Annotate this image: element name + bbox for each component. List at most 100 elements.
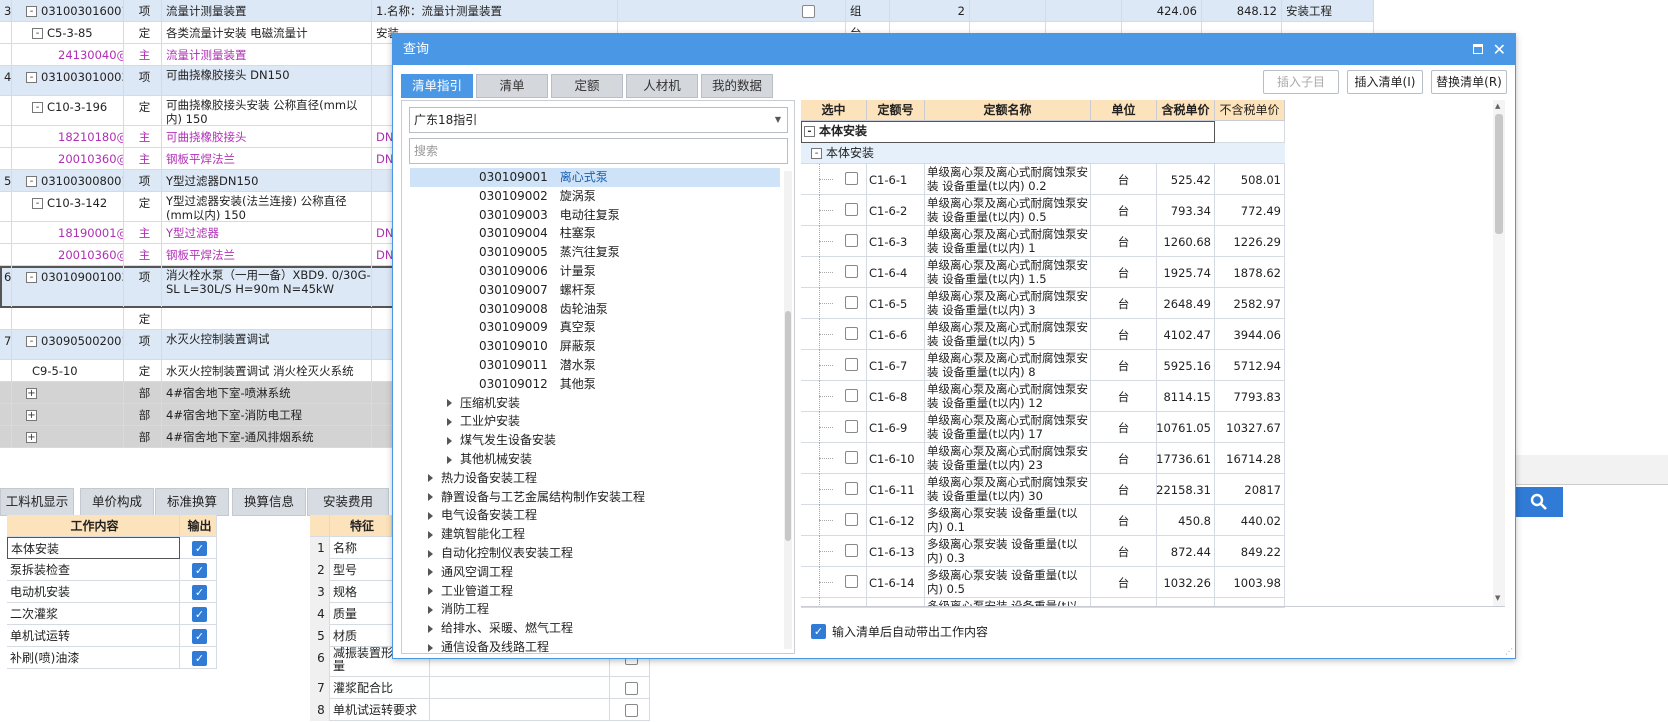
work-content-cell[interactable]: 补刷(喷)油漆 xyxy=(7,647,180,669)
group-row-2[interactable]: - 本体安装 xyxy=(801,143,1285,164)
collapse-icon[interactable]: - xyxy=(26,6,37,17)
grid-row[interactable]: C1-6-4 单级离心泵及离心式耐腐蚀泵安装 设备重量(t以内) 1.5 台 1925… xyxy=(801,257,1285,288)
expand-arrow-icon[interactable] xyxy=(428,549,433,558)
work-table-row[interactable]: 补刷(喷)油漆 ✓ xyxy=(7,647,217,669)
tree-item[interactable]: 030109007 螺杆泵 xyxy=(410,281,780,300)
work-output-cell[interactable]: ✓ xyxy=(180,559,217,581)
tree-item[interactable]: 030109012 其他泵 xyxy=(410,375,780,394)
grid-select-cell[interactable] xyxy=(801,443,867,474)
bg-table-row[interactable]: 3-031003016001 项流量计测量装置 1.名称：流量计测量装置组 2 424.… xyxy=(0,0,1374,22)
tree-item[interactable]: 自动化控制仪表安装工程 xyxy=(410,544,780,563)
work-content-cell[interactable]: 本体安装 xyxy=(7,537,180,559)
work-table-row[interactable]: 电动机安装 ✓ xyxy=(7,581,217,603)
expand-arrow-icon[interactable] xyxy=(428,493,433,502)
tree-item[interactable]: 消防工程 xyxy=(410,600,780,619)
grid-select-cell[interactable] xyxy=(801,257,867,288)
output-checkbox[interactable]: ✓ xyxy=(192,629,207,644)
tree-item[interactable]: 030109002 旋涡泵 xyxy=(410,187,780,206)
work-output-cell[interactable]: ✓ xyxy=(180,581,217,603)
expand-icon[interactable]: + xyxy=(26,388,37,399)
output-checkbox[interactable]: ✓ xyxy=(192,541,207,556)
insert-child-button[interactable]: 插入子目 xyxy=(1263,70,1339,94)
expand-arrow-icon[interactable] xyxy=(428,474,433,483)
feature-row-output[interactable] xyxy=(610,677,650,699)
expand-arrow-icon[interactable] xyxy=(428,530,433,539)
tree-item[interactable]: 其他机械安装 xyxy=(410,450,780,469)
work-content-cell[interactable]: 二次灌浆 xyxy=(7,603,180,625)
bottom-tab[interactable]: 工料机显示 xyxy=(0,488,74,516)
grid-row-checkbox[interactable] xyxy=(845,575,858,588)
replace-list-button[interactable]: 替换清单(R) xyxy=(1431,70,1507,94)
grid-row-checkbox[interactable] xyxy=(845,296,858,309)
close-icon[interactable]: ✕ xyxy=(1493,34,1506,65)
grid-row[interactable]: C1-6-8 单级离心泵及离心式耐腐蚀泵安装 设备重量(t以内) 12 台 8114.… xyxy=(801,381,1285,412)
work-content-cell[interactable]: 单机试运转 xyxy=(7,625,180,647)
guide-select[interactable]: 广东18指引 ▼ xyxy=(409,107,788,133)
grid-row[interactable]: C1-6-1 单级离心泵及离心式耐腐蚀泵安装 设备重量(t以内) 0.2 台 525.… xyxy=(801,164,1285,195)
grid-row[interactable]: C1-6-13 多级离心泵安装 设备重量(t以内) 0.3 台 872.44 849.2… xyxy=(801,536,1285,567)
work-output-cell[interactable]: ✓ xyxy=(180,537,217,559)
work-output-cell[interactable]: ✓ xyxy=(180,625,217,647)
grid-row-checkbox[interactable] xyxy=(845,358,858,371)
grid-row[interactable]: C1-6-5 单级离心泵及离心式耐腐蚀泵安装 设备重量(t以内) 3 台 2648.4… xyxy=(801,288,1285,319)
expand-arrow-icon[interactable] xyxy=(428,587,433,596)
expand-icon[interactable]: + xyxy=(26,432,37,443)
collapse-icon[interactable]: - xyxy=(26,176,37,187)
bg-row-checkbox[interactable] xyxy=(802,5,815,18)
work-content-cell[interactable]: 泵拆装检查 xyxy=(7,559,180,581)
collapse-icon[interactable]: - xyxy=(32,102,43,113)
expand-icon[interactable]: + xyxy=(26,410,37,421)
grid-row-checkbox[interactable] xyxy=(845,234,858,247)
grid-header-cell[interactable]: 定额号 xyxy=(867,100,925,121)
output-checkbox[interactable]: ✓ xyxy=(192,651,207,666)
grid-header-cell[interactable]: 定额名称 xyxy=(925,100,1091,121)
feature-row-value[interactable] xyxy=(430,677,610,699)
work-output-cell[interactable]: ✓ xyxy=(180,603,217,625)
grid-select-cell[interactable] xyxy=(801,319,867,350)
bottom-tab[interactable]: 单价构成 xyxy=(80,488,154,516)
tree-item[interactable]: 热力设备安装工程 xyxy=(410,469,780,488)
expand-arrow-icon[interactable] xyxy=(447,436,452,445)
grid-row-checkbox[interactable] xyxy=(845,420,858,433)
tree-item[interactable]: 给排水、采暖、燃气工程 xyxy=(410,619,780,638)
tree-item[interactable]: 030109006 计量泵 xyxy=(410,262,780,281)
grid-header-cell[interactable]: 单位 xyxy=(1091,100,1157,121)
grid-select-cell[interactable] xyxy=(801,288,867,319)
maximize-icon[interactable] xyxy=(1473,44,1483,54)
tree-item[interactable]: 030109008 齿轮油泵 xyxy=(410,300,780,319)
expand-arrow-icon[interactable] xyxy=(428,605,433,614)
collapse-icon[interactable]: - xyxy=(32,198,43,209)
tree-item[interactable]: 静置设备与工艺金属结构制作安装工程 xyxy=(410,488,780,507)
grid-header-cell[interactable]: 含税单价 xyxy=(1157,100,1215,121)
output-checkbox[interactable]: ✓ xyxy=(192,607,207,622)
search-button[interactable] xyxy=(1515,487,1563,517)
grid-select-cell[interactable] xyxy=(801,164,867,195)
resize-grip-icon[interactable]: ⋰ xyxy=(1505,647,1513,656)
tree-scrollbar[interactable] xyxy=(784,171,792,649)
grid-row-checkbox[interactable] xyxy=(845,451,858,464)
tree-item[interactable]: 通风空调工程 xyxy=(410,563,780,582)
feature-output-checkbox[interactable] xyxy=(624,682,638,695)
expand-arrow-icon[interactable] xyxy=(428,511,433,520)
grid-scroll-thumb[interactable] xyxy=(1495,114,1503,234)
grid-scrollbar[interactable]: ▲ ▼ xyxy=(1493,100,1505,606)
group-row-1[interactable]: - 本体安装 xyxy=(801,121,1215,143)
grid-select-cell[interactable] xyxy=(801,195,867,226)
expand-arrow-icon[interactable] xyxy=(447,417,452,426)
tree-item[interactable]: 工业管道工程 xyxy=(410,582,780,601)
grid-row[interactable]: C1-6-12 多级离心泵安装 设备重量(t以内) 0.1 台 450.8 440.02 xyxy=(801,505,1285,536)
dialog-tab[interactable]: 清单指引 xyxy=(401,74,473,98)
bottom-tab[interactable]: 安装费用 xyxy=(307,488,389,516)
feature-row-label[interactable]: 灌浆配合比 xyxy=(330,677,430,699)
grid-row-checkbox[interactable] xyxy=(845,327,858,340)
tree-item[interactable]: 压缩机安装 xyxy=(410,394,780,413)
grid-select-cell[interactable] xyxy=(801,474,867,505)
output-checkbox[interactable]: ✓ xyxy=(192,585,207,600)
expand-arrow-icon[interactable] xyxy=(428,568,433,577)
auto-bring-checkbox-row[interactable]: ✓ 输入清单后自动带出工作内容 xyxy=(811,621,988,641)
feature-table-row[interactable]: 7 灌浆配合比 xyxy=(310,677,650,699)
tree-item[interactable]: 030109009 真空泵 xyxy=(410,318,780,337)
expand-arrow-icon[interactable] xyxy=(447,455,452,464)
grid-row-checkbox[interactable] xyxy=(845,482,858,495)
collapse-icon[interactable]: - xyxy=(811,148,822,159)
